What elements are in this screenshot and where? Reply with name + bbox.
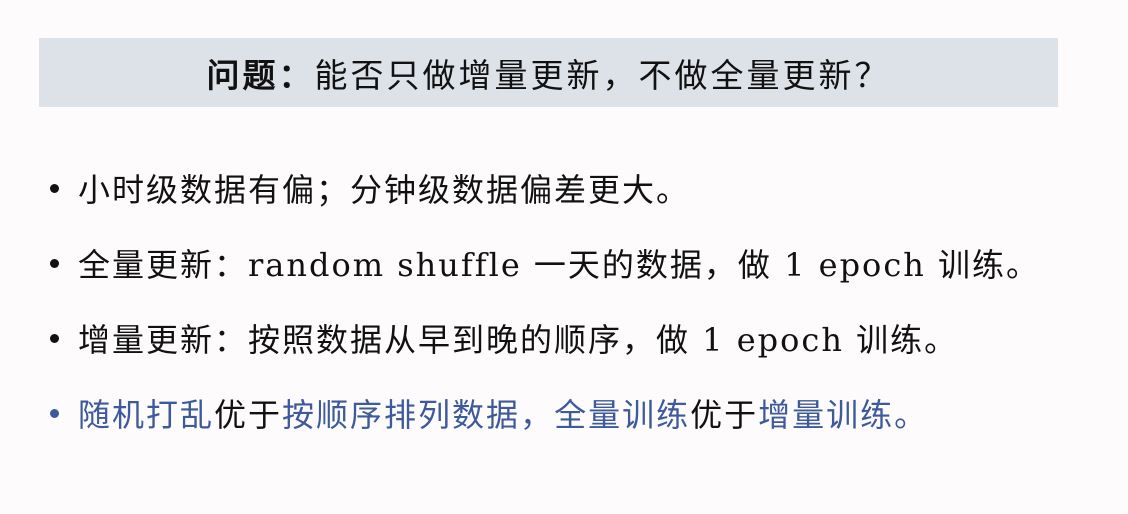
bullet-text: 增量更新：按照数据从早到晚的顺序，做 1 epoch 训练。 [78,321,959,359]
title-label: 问题： [206,55,315,95]
bullet-dot-icon [50,333,59,343]
conclusion-incremental-training: 增量训练 [758,396,895,434]
page-title: 问题：能否只做增量更新，不做全量更新？ [207,49,891,97]
bullet-item-full-update: 全量更新：random shuffle 一天的数据，做 1 epoch 训练。 [50,243,1120,284]
title-question: 能否只做增量更新，不做全量更新？ [314,55,891,95]
bullet-list: 小时级数据有偏；分钟级数据偏差更大。 全量更新：random shuffle 一… [50,168,1120,468]
bullet-dot-icon [50,408,59,418]
conclusion-period: 。 [894,396,929,434]
conclusion-full-training: 全量训练 [554,396,691,434]
conclusion-better-than-2: 优于 [690,396,759,434]
bullet-text: 小时级数据有偏；分钟级数据偏差更大。 [78,171,691,209]
bullet-item-bias: 小时级数据有偏；分钟级数据偏差更大。 [50,168,1120,209]
bullet-dot-icon [50,258,59,268]
bullet-item-conclusion: 随机打乱优于按顺序排列数据，全量训练优于增量训练。 [50,390,1120,436]
bullet-item-incremental-update: 增量更新：按照数据从早到晚的顺序，做 1 epoch 训练。 [50,318,1120,359]
conclusion-ordered-data: 按顺序排列数据 [282,396,521,434]
conclusion-comma: ， [520,396,555,434]
conclusion-better-than-1: 优于 [214,396,283,434]
bullet-dot-icon [50,183,59,193]
title-banner: 问题：能否只做增量更新，不做全量更新？ [39,38,1058,107]
conclusion-random-shuffle: 随机打乱 [78,396,215,434]
bullet-text: 全量更新：random shuffle 一天的数据，做 1 epoch 训练。 [78,246,1041,284]
conclusion-text: 随机打乱优于按顺序排列数据，全量训练优于增量训练。 [78,390,928,436]
